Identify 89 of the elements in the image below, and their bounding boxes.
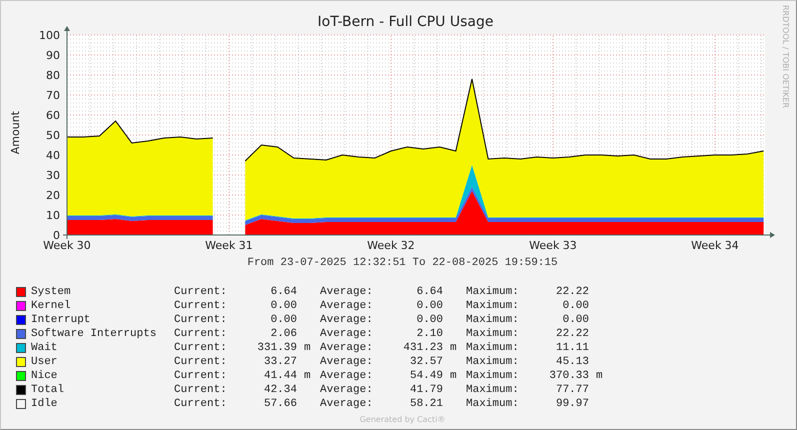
y-tick-label: 100 (39, 29, 60, 42)
unit-label: m (304, 370, 311, 382)
stat-label: Average: (320, 356, 374, 368)
legend-label: Wait (31, 342, 58, 354)
stat-value: 2.10 (416, 328, 443, 340)
stat-value: 22.22 (554, 286, 589, 298)
y-tick-label: 60 (46, 109, 60, 122)
y-tick-label: 30 (46, 169, 60, 182)
unit-label: m (450, 370, 457, 382)
stat-label: Average: (320, 370, 374, 382)
stat-value: 32.57 (408, 356, 443, 368)
chart-title: IoT-Bern - Full CPU Usage (318, 13, 494, 31)
stat-label: Maximum: (466, 384, 520, 396)
stat-value: 58.21 (408, 398, 443, 410)
stat-value: 0.00 (562, 300, 589, 312)
y-tick-label: 10 (46, 209, 60, 222)
stat-label: Maximum: (466, 398, 520, 410)
unit-label: m (304, 342, 311, 354)
stat-value: 41.44 (262, 370, 297, 382)
stat-value: 57.66 (262, 398, 297, 410)
y-tick-label: 90 (46, 49, 60, 62)
x-tick-label: Week 31 (205, 239, 253, 252)
unit-label: m (596, 370, 603, 382)
x-tick-label: Week 32 (367, 239, 415, 252)
stat-value: 0.00 (270, 300, 297, 312)
stat-label: Current: (174, 342, 228, 354)
stat-label: Average: (320, 398, 374, 410)
legend-label: Interrupt (31, 314, 92, 326)
stat-value: 42.34 (262, 384, 297, 396)
stat-label: Average: (320, 300, 374, 312)
stat-label: Maximum: (466, 370, 520, 382)
stat-label: Maximum: (466, 356, 520, 368)
stat-value: 22.22 (554, 328, 589, 340)
stat-label: Current: (174, 328, 228, 340)
stat-label: Current: (174, 300, 228, 312)
stat-value: 45.13 (554, 356, 589, 368)
stat-label: Current: (174, 356, 228, 368)
stat-value: 6.64 (270, 286, 297, 298)
stat-value: 77.77 (554, 384, 589, 396)
stat-value: 99.97 (554, 398, 589, 410)
stat-value: 6.64 (416, 286, 443, 298)
legend-label: Nice (31, 370, 58, 382)
stat-label: Average: (320, 328, 374, 340)
y-tick-label: 80 (46, 69, 60, 82)
stat-label: Average: (320, 384, 374, 396)
y-tick-label: 40 (46, 149, 60, 162)
stat-label: Maximum: (466, 286, 520, 298)
legend-label: Total (31, 384, 66, 396)
y-tick-label: 50 (46, 129, 60, 142)
stat-label: Maximum: (466, 342, 520, 354)
stat-label: Current: (174, 286, 228, 298)
stat-label: Maximum: (466, 300, 520, 312)
legend-label: Idle (31, 398, 58, 410)
stat-value: 431.23 (402, 342, 443, 354)
stat-label: Maximum: (466, 314, 520, 326)
stat-value: 33.27 (262, 356, 297, 368)
footer-text: Generated by Cacti® (360, 415, 446, 424)
stat-label: Average: (320, 342, 374, 354)
stat-value: 54.49 (408, 370, 443, 382)
x-tick-label: Week 30 (43, 239, 91, 252)
stat-label: Maximum: (466, 328, 520, 340)
credit-text: RRDTOOL / TOBI OETIKER (781, 5, 790, 108)
y-tick-label: 20 (46, 189, 60, 202)
x-tick-label: Week 33 (529, 239, 577, 252)
legend-label: Software Interrupts (31, 328, 158, 340)
stat-value: 2.06 (270, 328, 297, 340)
stat-label: Average: (320, 286, 374, 298)
stat-label: Current: (174, 314, 228, 326)
axis-label: Amount (9, 111, 22, 155)
stat-value: 0.00 (562, 314, 589, 326)
stat-value: 0.00 (416, 300, 443, 312)
time-range: From 23-07-2025 12:32:51 To 22-08-2025 19:59:15 (247, 257, 558, 270)
stat-value: 370.33 (548, 370, 589, 382)
y-tick-label: 70 (46, 89, 60, 102)
stat-label: Current: (174, 398, 228, 410)
legend-label: Kernel (31, 300, 72, 312)
stat-value: 41.79 (408, 384, 443, 396)
unit-label: m (450, 342, 457, 354)
stat-label: Current: (174, 370, 228, 382)
stat-label: Average: (320, 314, 374, 326)
stat-value: 0.00 (416, 314, 443, 326)
legend-label: User (31, 356, 58, 368)
x-tick-label: Week 34 (691, 239, 739, 252)
legend-label: System (31, 286, 72, 298)
stat-value: 331.39 (256, 342, 297, 354)
y-tick-label: 0 (53, 229, 60, 242)
stat-value: 0.00 (270, 314, 297, 326)
stat-value: 11.11 (554, 342, 589, 354)
stat-label: Current: (174, 384, 228, 396)
